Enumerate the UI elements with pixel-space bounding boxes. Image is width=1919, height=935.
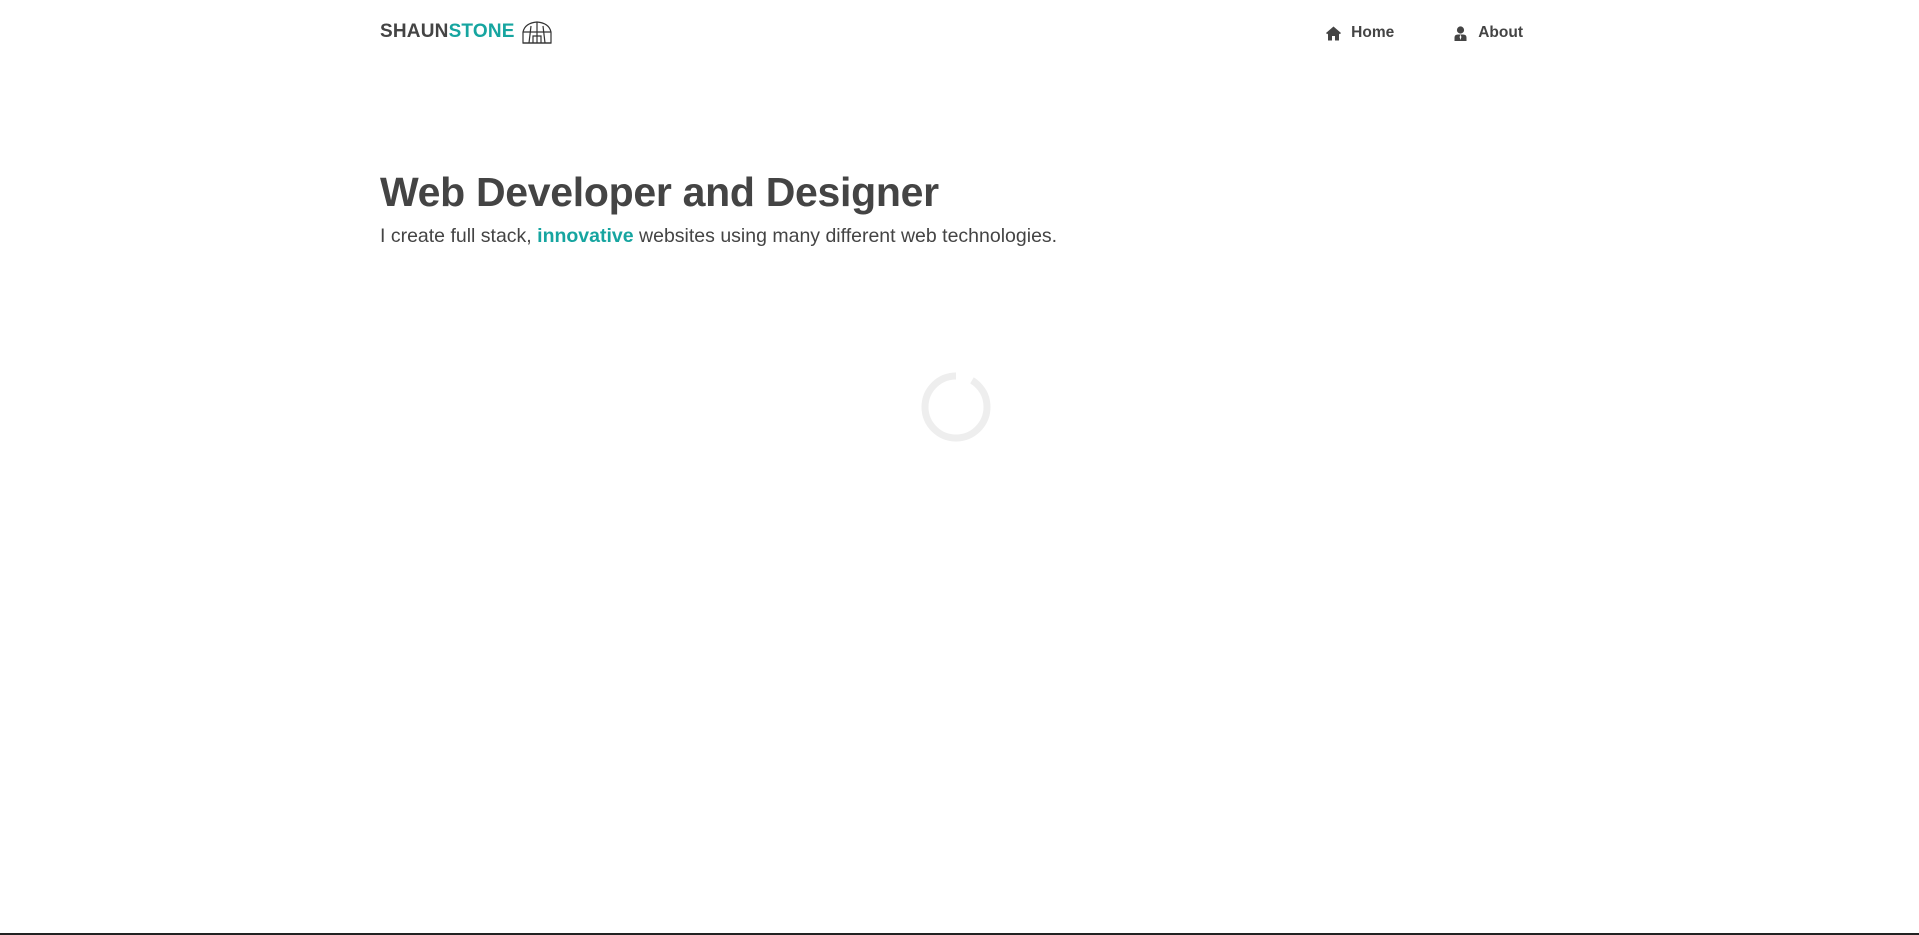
brand-link[interactable]: SHAUN STONE [380, 20, 553, 44]
navbar: SHAUN STONE Home About [0, 0, 1919, 68]
hero-section: Web Developer and Designer I create full… [380, 164, 1057, 250]
hero-subtitle-accent: innovative [537, 225, 634, 247]
home-icon [1325, 25, 1342, 42]
hero-subtitle-before: I create full stack, [380, 225, 532, 247]
loading-spinner-icon [920, 371, 992, 443]
brand-last: STONE [448, 21, 515, 42]
main-nav: Home About [1267, 24, 1523, 42]
nav-about[interactable]: About [1452, 24, 1523, 42]
page: SHAUN STONE Home About Web Developer and… [0, 0, 1919, 935]
dome-icon [521, 20, 553, 44]
nav-home[interactable]: Home [1325, 24, 1394, 42]
nav-home-label: Home [1351, 24, 1395, 41]
hero-title: Web Developer and Designer [380, 169, 939, 215]
user-icon [1452, 25, 1469, 42]
hero-subtitle-after: websites using many different web techno… [639, 225, 1058, 247]
brand-first: SHAUN [380, 21, 449, 42]
hero-subtitle: I create full stack, innovative websites… [380, 222, 1057, 250]
nav-about-label: About [1478, 24, 1523, 41]
